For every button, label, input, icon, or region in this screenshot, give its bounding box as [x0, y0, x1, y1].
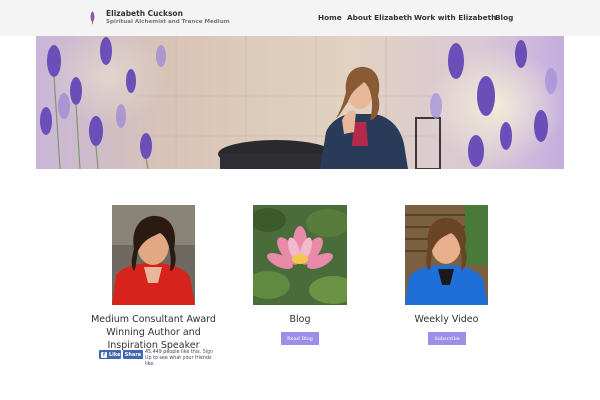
feather-quill-icon[interactable]: [89, 11, 96, 25]
nav-home[interactable]: Home: [318, 13, 342, 22]
read-blog-button[interactable]: Read Blog: [281, 332, 319, 345]
nav-about-elizabeth[interactable]: About Elizabeth: [347, 13, 412, 22]
facebook-like-button[interactable]: f Like: [99, 350, 121, 359]
card-title-blog: Blog: [289, 314, 311, 325]
facebook-f-icon: f: [101, 351, 107, 358]
site-tagline: Spiritual Alchemist and Trance Medium: [106, 19, 230, 25]
nav-work-with-elizabeth[interactable]: Work with Elizabeth: [414, 13, 496, 22]
site-name[interactable]: Elizabeth Cuckson: [106, 9, 183, 18]
card-title-weekly-video: Weekly Video: [414, 314, 479, 325]
card-portrait-red-jacket-image[interactable]: [112, 205, 195, 305]
facebook-signup-rest: to see what your friends like.: [145, 356, 212, 367]
card-portrait-blue-jacket-image[interactable]: [405, 205, 488, 305]
card-title-medium-consultant: Medium Consultant Award Winning Author a…: [91, 314, 216, 351]
facebook-like-label: Like: [109, 351, 121, 358]
facebook-like-count: 45,449 people like this. Sign Up to see …: [145, 350, 215, 368]
subscribe-button[interactable]: Subscribe: [428, 332, 466, 345]
hero-banner-image: [36, 36, 564, 169]
card-lotus-flower-image[interactable]: [253, 205, 347, 305]
site-header: Elizabeth Cuckson Spiritual Alchemist an…: [0, 0, 600, 36]
facebook-count-text: 45,449 people like this.: [145, 350, 202, 355]
facebook-share-button[interactable]: Share: [123, 350, 143, 359]
nav-blog[interactable]: Blog: [495, 13, 513, 22]
